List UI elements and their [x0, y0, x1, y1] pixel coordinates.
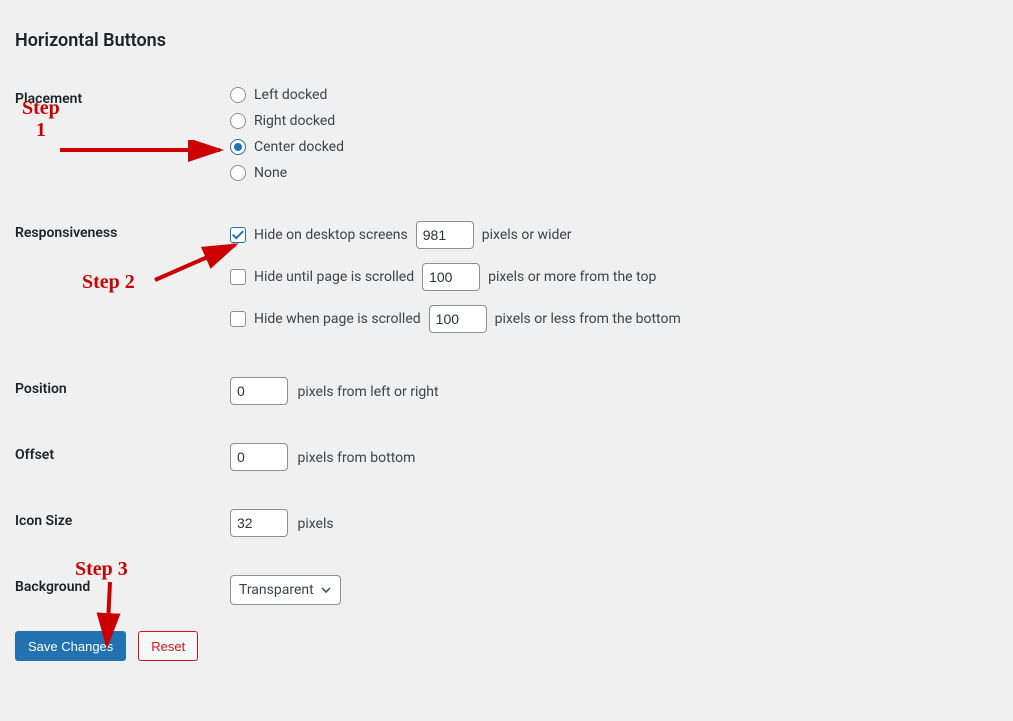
- hide-bottom-row: Hide when page is scrolled pixels or les…: [230, 305, 681, 333]
- placement-label: Placement: [0, 81, 220, 187]
- button-row: Save Changes Reset: [0, 611, 1013, 661]
- icon-size-suffix: pixels: [297, 516, 333, 532]
- placement-center-label[interactable]: Center docked: [230, 139, 681, 155]
- chevron-down-icon: [320, 584, 332, 596]
- background-selected: Transparent: [239, 582, 314, 598]
- responsiveness-label: Responsiveness: [0, 215, 220, 353]
- background-label: Background: [0, 569, 220, 611]
- hide-bottom-after: pixels or less from the bottom: [495, 311, 681, 327]
- save-button[interactable]: Save Changes: [15, 631, 126, 661]
- hide-bottom-before: Hide when page is scrolled: [254, 311, 421, 327]
- offset-suffix: pixels from bottom: [297, 450, 415, 466]
- hide-until-before: Hide until page is scrolled: [254, 269, 414, 285]
- position-suffix: pixels from left or right: [297, 384, 438, 400]
- placement-left-label[interactable]: Left docked: [230, 87, 681, 103]
- placement-center-radio[interactable]: [230, 139, 246, 155]
- icon-size-input[interactable]: [230, 509, 288, 537]
- placement-center-text: Center docked: [254, 139, 344, 155]
- placement-right-text: Right docked: [254, 113, 335, 129]
- hide-until-row: Hide until page is scrolled pixels or mo…: [230, 263, 681, 291]
- hide-desktop-input[interactable]: [416, 221, 474, 249]
- offset-input[interactable]: [230, 443, 288, 471]
- placement-none-label[interactable]: None: [230, 165, 681, 181]
- offset-label: Offset: [0, 437, 220, 477]
- hide-desktop-row: Hide on desktop screens pixels or wider: [230, 221, 681, 249]
- hide-until-checkbox[interactable]: [230, 269, 246, 285]
- hide-until-after: pixels or more from the top: [488, 269, 656, 285]
- background-select[interactable]: Transparent: [230, 575, 341, 605]
- hide-bottom-input[interactable]: [429, 305, 487, 333]
- hide-until-input[interactable]: [422, 263, 480, 291]
- placement-right-label[interactable]: Right docked: [230, 113, 681, 129]
- position-label: Position: [0, 371, 220, 411]
- placement-none-radio[interactable]: [230, 165, 246, 181]
- hide-desktop-before: Hide on desktop screens: [254, 227, 408, 243]
- placement-right-radio[interactable]: [230, 113, 246, 129]
- hide-bottom-checkbox[interactable]: [230, 311, 246, 327]
- placement-options: Left docked Right docked Center docked N…: [230, 87, 681, 181]
- icon-size-label: Icon Size: [0, 503, 220, 543]
- placement-left-radio[interactable]: [230, 87, 246, 103]
- placement-left-text: Left docked: [254, 87, 327, 103]
- placement-none-text: None: [254, 165, 287, 181]
- hide-desktop-after: pixels or wider: [482, 227, 572, 243]
- hide-desktop-checkbox[interactable]: [230, 227, 246, 243]
- reset-button[interactable]: Reset: [138, 631, 198, 661]
- settings-form: Placement Left docked Right docked Cente…: [0, 81, 691, 611]
- position-input[interactable]: [230, 377, 288, 405]
- page-title: Horizontal Buttons: [0, 0, 1013, 51]
